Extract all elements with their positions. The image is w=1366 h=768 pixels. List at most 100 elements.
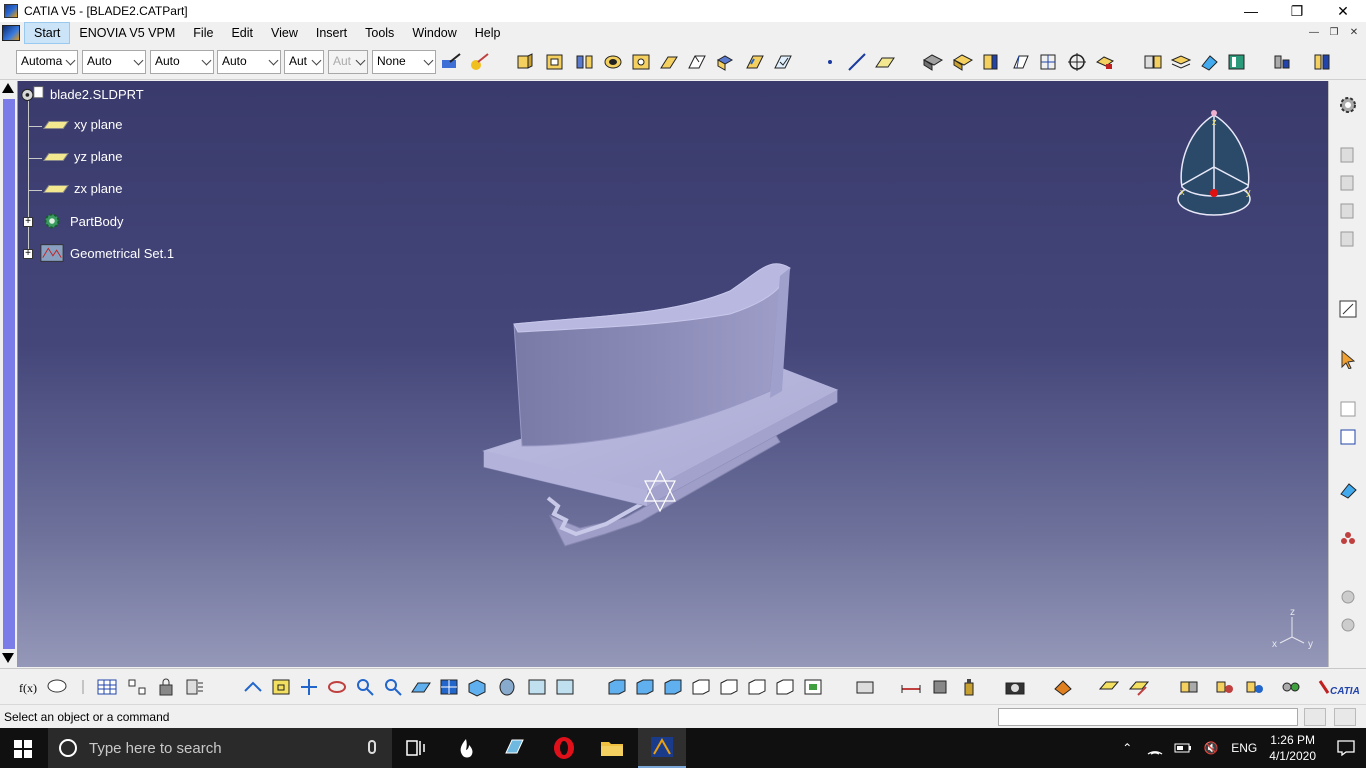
clock[interactable]: 1:26 PM 4/1/2020 <box>1269 732 1316 764</box>
painter-icon[interactable] <box>440 52 462 72</box>
battery-icon[interactable] <box>1171 738 1195 758</box>
doc-restore-button[interactable]: ❐ <box>1326 25 1342 39</box>
tree-item-xy-plane[interactable]: xy plane <box>42 117 122 132</box>
eraser-icon[interactable] <box>1198 52 1220 72</box>
menu-help[interactable]: Help <box>466 23 510 43</box>
group-icon[interactable] <box>1338 529 1358 549</box>
3d-viewport[interactable]: blade2.SLDPRT xy plane yz plane zx plane… <box>0 81 1328 667</box>
rule-icon[interactable] <box>72 677 94 697</box>
tree-root[interactable]: blade2.SLDPRT <box>20 85 144 103</box>
fly-mode-icon[interactable] <box>242 677 264 697</box>
tree-item-yz-plane[interactable]: yz plane <box>42 149 122 164</box>
catia-logo-icon[interactable] <box>2 25 20 41</box>
measure-between-icon[interactable] <box>900 677 922 697</box>
properties-brush-icon[interactable] <box>468 52 490 72</box>
settings-gear-icon[interactable] <box>1338 95 1358 115</box>
close-button[interactable]: ✕ <box>1320 0 1366 22</box>
color-combo[interactable]: Automa <box>16 50 78 74</box>
compass-icon[interactable]: z x y <box>1172 107 1260 219</box>
duplicate-icon[interactable] <box>1338 229 1358 249</box>
copy-icon[interactable] <box>1338 145 1358 165</box>
cut-icon[interactable] <box>1338 201 1358 221</box>
language-indicator[interactable]: ENG <box>1227 738 1261 758</box>
layers-icon[interactable] <box>1170 52 1192 72</box>
lock-icon[interactable] <box>156 677 178 697</box>
assembly-icon[interactable] <box>1178 677 1200 697</box>
knowledge-icon[interactable] <box>1312 52 1334 72</box>
assemble-icon[interactable] <box>952 52 974 72</box>
layer-combo[interactable]: None <box>372 50 436 74</box>
pan-icon[interactable] <box>298 677 320 697</box>
axis-system-icon[interactable] <box>1038 52 1060 72</box>
taskbar-search-box[interactable]: Type here to search <box>48 728 392 768</box>
view-top-icon[interactable] <box>718 677 740 697</box>
tree-item-partbody[interactable]: PartBody <box>40 212 123 230</box>
hole-icon[interactable] <box>602 52 624 72</box>
rotate-icon[interactable] <box>326 677 348 697</box>
maximize-button[interactable]: ❐ <box>1274 0 1320 22</box>
view-bottom-icon[interactable] <box>746 677 768 697</box>
multi-view-icon[interactable] <box>438 677 460 697</box>
opera-browser-icon[interactable] <box>540 728 588 768</box>
notifications-icon[interactable] <box>1326 728 1366 768</box>
fillet-icon[interactable] <box>658 52 680 72</box>
view-right-icon[interactable] <box>690 677 712 697</box>
assembly-feature-icon[interactable] <box>1214 677 1236 697</box>
windows-start-icon[interactable] <box>14 740 32 758</box>
material-icon[interactable] <box>1052 677 1074 697</box>
shell-icon[interactable] <box>744 52 766 72</box>
measure-inertia-icon[interactable] <box>930 677 952 697</box>
iso-view-icon[interactable] <box>466 677 488 697</box>
view-front-icon[interactable] <box>606 677 628 697</box>
render-icon[interactable] <box>802 677 824 697</box>
analysis-icon[interactable] <box>1272 52 1294 72</box>
menu-edit[interactable]: Edit <box>222 23 262 43</box>
scroll-down-arrow-icon[interactable] <box>2 653 14 663</box>
menu-view[interactable]: View <box>262 23 307 43</box>
fit-all-icon[interactable] <box>270 677 292 697</box>
design-table-icon[interactable] <box>96 677 118 697</box>
update-icon[interactable] <box>184 677 206 697</box>
shaft-icon[interactable] <box>574 52 596 72</box>
rib-icon[interactable] <box>630 52 652 72</box>
capture-icon[interactable] <box>854 677 876 697</box>
transparency-combo[interactable]: Auto <box>82 50 146 74</box>
zoom-out-icon[interactable] <box>382 677 404 697</box>
tree-item-zx-plane[interactable]: zx plane <box>42 181 122 196</box>
menu-start[interactable]: Start <box>24 22 71 44</box>
expand-partbody-icon[interactable]: + <box>23 217 33 227</box>
point-icon[interactable] <box>820 52 842 72</box>
scroll-up-arrow-icon[interactable] <box>2 83 14 93</box>
doc-minimize-button[interactable]: — <box>1306 25 1322 39</box>
normal-view-icon[interactable] <box>410 677 432 697</box>
tree-scrollbar[interactable] <box>0 81 18 667</box>
target-icon[interactable] <box>1066 52 1088 72</box>
plane-icon[interactable] <box>874 52 896 72</box>
zoom-in-icon[interactable] <box>354 677 376 697</box>
constraint-icon[interactable] <box>1338 399 1358 419</box>
measure-item-icon[interactable] <box>1094 52 1116 72</box>
rendering-style-combo[interactable]: Aut <box>328 50 368 74</box>
file-explorer-icon[interactable] <box>588 728 636 768</box>
task-view-icon[interactable] <box>392 728 440 768</box>
comment-icon[interactable] <box>46 677 68 697</box>
microphone-icon[interactable] <box>368 740 376 754</box>
volume-muted-icon[interactable]: 🔇 <box>1199 738 1223 758</box>
doc-close-button[interactable]: ✕ <box>1346 25 1362 39</box>
split-icon[interactable] <box>1010 52 1032 72</box>
minimize-button[interactable]: — <box>1228 0 1274 22</box>
paste-icon[interactable] <box>1338 173 1358 193</box>
sketch-pencil-icon[interactable] <box>1128 677 1150 697</box>
app-cube-icon[interactable] <box>490 728 538 768</box>
scrollbar-thumb[interactable] <box>3 99 15 649</box>
component-icon[interactable] <box>1244 677 1266 697</box>
bottle-icon[interactable] <box>958 677 980 697</box>
menu-tools[interactable]: Tools <box>356 23 403 43</box>
boolean-add-icon[interactable] <box>922 52 944 72</box>
swap-visible-icon[interactable] <box>554 677 576 697</box>
thickness-icon[interactable] <box>772 52 794 72</box>
formula-icon[interactable]: f(x) <box>18 677 40 697</box>
sketch-plane-icon[interactable] <box>1098 677 1120 697</box>
line-icon[interactable] <box>846 52 868 72</box>
book-icon[interactable] <box>1226 52 1248 72</box>
